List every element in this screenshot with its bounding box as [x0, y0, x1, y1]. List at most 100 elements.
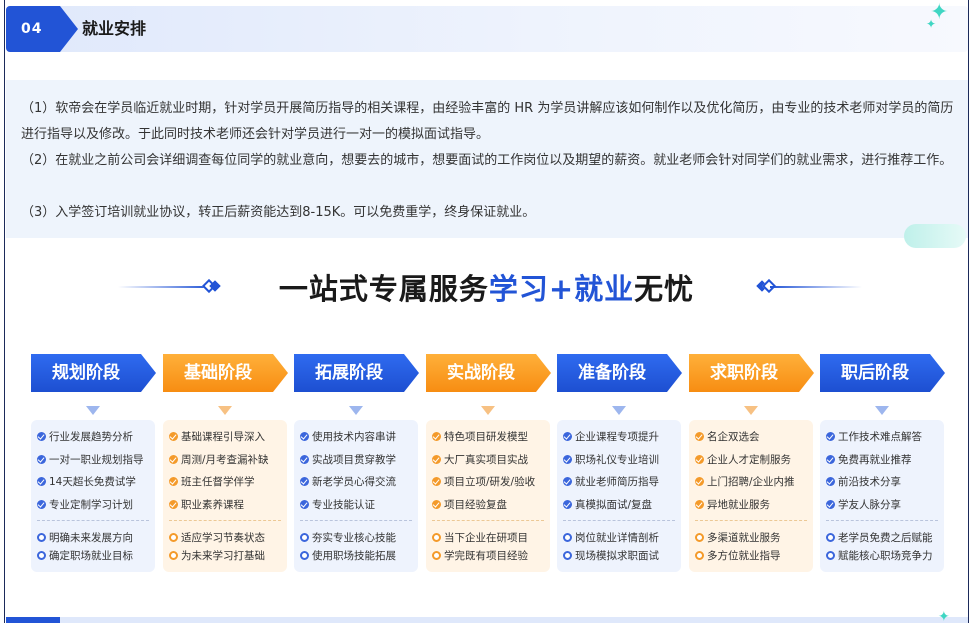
stage-card-4: 特色项目研发模型 大厂真实项目实战 项目立项/研发/验收 项目经验复盘当下企业在研项目… — [426, 420, 550, 572]
stage-pointer-icon — [86, 406, 100, 415]
check-circle-icon — [826, 454, 835, 464]
ring-icon — [432, 551, 441, 560]
check-circle-icon — [695, 477, 704, 486]
stage-divider — [563, 520, 675, 521]
check-circle-icon — [37, 499, 46, 509]
stage-outcome-text: 老学员免费之后赋能 — [838, 532, 933, 544]
stage-item: 免费再就业推荐 — [826, 452, 912, 468]
check-circle-icon — [300, 477, 309, 486]
stage-outcome: 适应学习节奏状态 — [169, 530, 265, 546]
stage-label: 基础阶段 — [184, 363, 252, 383]
stage-item: 工作技术难点解答 — [826, 429, 922, 445]
check-circle-icon — [563, 477, 572, 486]
check-circle-icon — [563, 432, 572, 441]
stage-outcome-text: 确定职场就业目标 — [49, 550, 133, 562]
stage-label: 规划阶段 — [52, 363, 120, 383]
stage-outcome-text: 多方位就业指导 — [707, 550, 781, 562]
stage-item-text: 一对一职业规划指导 — [49, 453, 144, 466]
stage-header-6: 求职阶段 — [689, 354, 814, 392]
stage-label: 求职阶段 — [710, 363, 778, 383]
stage-item: 项目立项/研发/验收 — [432, 474, 535, 490]
check-circle-icon — [826, 477, 835, 486]
stage-item: 14天超长免费试学 — [37, 474, 136, 490]
stage-item-text: 免费再就业推荐 — [838, 453, 912, 466]
stage-header-2: 基础阶段 — [163, 354, 288, 392]
stage-item: 周测/月考查漏补缺 — [169, 452, 269, 468]
stage-item: 班主任督学伴学 — [169, 474, 255, 490]
stage-outcome-text: 适应学习节奏状态 — [181, 532, 265, 544]
section-header: 04 就业安排 — [6, 6, 968, 52]
ring-icon — [563, 533, 572, 542]
stage-header-7: 职后阶段 — [820, 354, 945, 392]
stage-item: 就业老师简历指导 — [563, 474, 659, 490]
stage-card-1: 行业发展趋势分析 一对一职业规划指导 14天超长免费试学 专业定制学习计划明确未来发展… — [31, 420, 155, 572]
next-section-header — [6, 617, 968, 623]
stage-card-7: 工作技术难点解答 免费再就业推荐 前沿技术分享 学友人脉分享 老学员免费之后赋能 赋能核心… — [820, 420, 944, 572]
stage-outcome: 现场模拟求职面试 — [563, 548, 659, 564]
stage-label: 拓展阶段 — [315, 363, 383, 383]
stage-outcome-text: 当下企业在研项目 — [444, 532, 528, 544]
stage-header-4: 实战阶段 — [426, 354, 551, 392]
stage-item-text: 名企双选会 — [707, 431, 760, 443]
stage-divider — [695, 520, 807, 521]
stage-outcome: 多渠道就业服务 — [695, 530, 781, 546]
stage-item-text: 项目立项/研发/验收 — [444, 476, 536, 488]
check-circle-icon — [695, 454, 704, 464]
stage-item: 使用技术内容串讲 — [300, 429, 396, 445]
stage-card-6: 名企双选会 企业人才定制服务 上门招聘/企业内推 异地就业服务 多渠道就业服务 多方位就业… — [689, 420, 813, 572]
check-circle-icon — [37, 454, 46, 464]
stage-item: 基础课程引导深入 — [169, 429, 265, 445]
ring-icon — [432, 533, 441, 542]
check-circle-icon — [432, 432, 441, 441]
stage-item-text: 特色项目研发模型 — [444, 431, 528, 443]
paragraph-3: （3）入学签订培训就业协议，转正后薪资能达到8-15K。可以免费重学，终身保证就… — [21, 205, 536, 220]
stage-item-text: 大厂真实项目实战 — [444, 453, 528, 466]
stage-item-text: 14天超长免费试学 — [49, 476, 136, 488]
sparkle-bottom-icon: ✦ — [938, 609, 950, 623]
check-circle-icon — [37, 432, 46, 441]
stage-card-2: 基础课程引导深入 周测/月考查漏补缺 班主任督学伴学 职业素养课程 适应学习节奏状态 为未… — [163, 420, 287, 572]
banner-title-part1: 一站式专属服务 — [278, 272, 489, 306]
banner-title-part2: 学习 — [488, 272, 549, 306]
stage-pointer-icon — [875, 406, 889, 415]
stage-outcome: 为未来学习打基础 — [169, 548, 265, 564]
stage-outcome: 老学员免费之后赋能 — [826, 530, 933, 546]
ring-icon — [37, 533, 46, 542]
stage-item-text: 实战项目贯穿教学 — [312, 453, 396, 466]
check-circle-icon — [300, 454, 309, 464]
stage-item: 职场礼仪专业培训 — [563, 452, 659, 468]
check-circle-icon — [826, 499, 835, 509]
stage-item-text: 周测/月考查漏补缺 — [181, 453, 269, 466]
stage-outcome: 明确未来发展方向 — [37, 530, 133, 546]
stage-item: 行业发展趋势分析 — [37, 429, 133, 445]
stage-outcome: 岗位就业详情剖析 — [563, 530, 659, 546]
ring-icon — [300, 551, 309, 560]
stage-outcome-text: 学完既有项目经验 — [444, 550, 528, 562]
sparkle-small-icon: ✦ — [926, 17, 937, 31]
check-circle-icon — [432, 454, 441, 464]
stage-header-1: 规划阶段 — [31, 354, 156, 392]
check-circle-icon — [169, 432, 178, 441]
section-number: 04 — [6, 6, 60, 52]
stage-item-text: 项目经验复盘 — [444, 498, 507, 511]
paragraph-2: （2）在就业之前公司会详细调查每位同学的就业意向，想要去的城市，想要面试的工作岗… — [21, 153, 953, 168]
stage-divider — [826, 520, 938, 521]
next-section-number — [6, 617, 60, 623]
stage-item: 企业课程专项提升 — [563, 429, 659, 445]
stage-item-text: 职场礼仪专业培训 — [575, 453, 659, 466]
stage-item-text: 前沿技术分享 — [838, 476, 901, 488]
stage-pointer-icon — [612, 406, 626, 415]
stage-item: 企业人才定制服务 — [695, 452, 791, 468]
check-circle-icon — [563, 499, 572, 509]
stage-item-text: 专业定制学习计划 — [49, 498, 133, 511]
stage-item-text: 真模拟面试/复盘 — [575, 498, 653, 511]
check-circle-icon — [432, 499, 441, 509]
stage-outcome-text: 岗位就业详情剖析 — [575, 532, 659, 544]
stage-divider — [300, 520, 412, 521]
stage-outcome: 赋能核心职场竞争力 — [826, 548, 933, 564]
ring-icon — [695, 551, 704, 560]
stage-item-text: 工作技术难点解答 — [838, 431, 922, 443]
stage-item-text: 行业发展趋势分析 — [49, 431, 133, 443]
stage-pointer-icon — [744, 406, 758, 415]
stage-outcome-text: 现场模拟求职面试 — [575, 550, 659, 562]
